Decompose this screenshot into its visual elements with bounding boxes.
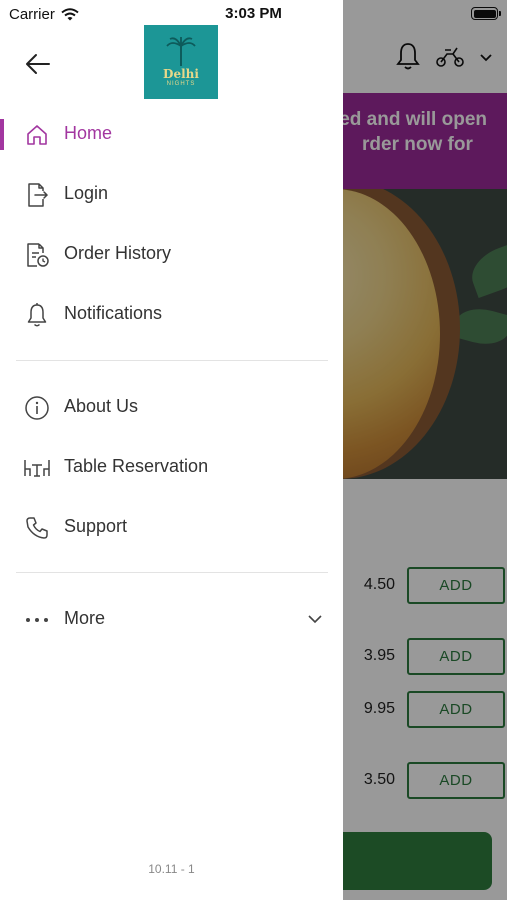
navigation-drawer: Carrier Delhi NIGHTS Home Login Order Hi… <box>0 0 343 900</box>
info-icon <box>23 394 51 422</box>
chevron-down-icon <box>307 611 323 629</box>
nav-label: Login <box>64 183 109 203</box>
divider <box>16 360 328 361</box>
logo-title: Delhi <box>163 67 199 81</box>
phone-icon <box>23 514 51 542</box>
nav-label: More <box>64 608 106 628</box>
nav-item-more[interactable]: More <box>0 593 343 645</box>
nav-item-order-history[interactable]: Order History <box>0 228 343 280</box>
arrow-left-icon <box>26 54 50 74</box>
nav-label: Home <box>64 123 113 143</box>
app-version: 10.11 - 1 <box>148 862 195 876</box>
nav-item-support[interactable]: Support <box>0 501 343 553</box>
nav-item-about-us[interactable]: About Us <box>0 381 343 433</box>
logo-subtitle: NIGHTS <box>166 81 196 87</box>
status-time: 3:03 PM <box>225 5 282 22</box>
more-dots-icon <box>23 606 51 634</box>
back-button[interactable] <box>22 49 54 79</box>
bell-icon <box>23 301 51 329</box>
nav-label: About Us <box>64 396 139 416</box>
nav-item-table-reservation[interactable]: Table Reservation <box>0 441 343 493</box>
login-icon <box>23 181 51 209</box>
nav-item-login[interactable]: Login <box>0 168 343 220</box>
restaurant-logo: Delhi NIGHTS <box>144 25 218 99</box>
divider <box>16 572 328 573</box>
order-history-icon <box>23 241 51 269</box>
nav-label: Support <box>64 516 128 536</box>
nav-label: Order History <box>64 243 172 263</box>
palm-tree-icon <box>166 37 196 66</box>
nav-label: Table Reservation <box>64 456 209 476</box>
nav-item-home[interactable]: Home <box>0 108 343 160</box>
nav-label: Notifications <box>64 303 163 323</box>
nav-item-notifications[interactable]: Notifications <box>0 288 343 340</box>
home-icon <box>23 121 51 149</box>
table-icon <box>23 454 51 482</box>
